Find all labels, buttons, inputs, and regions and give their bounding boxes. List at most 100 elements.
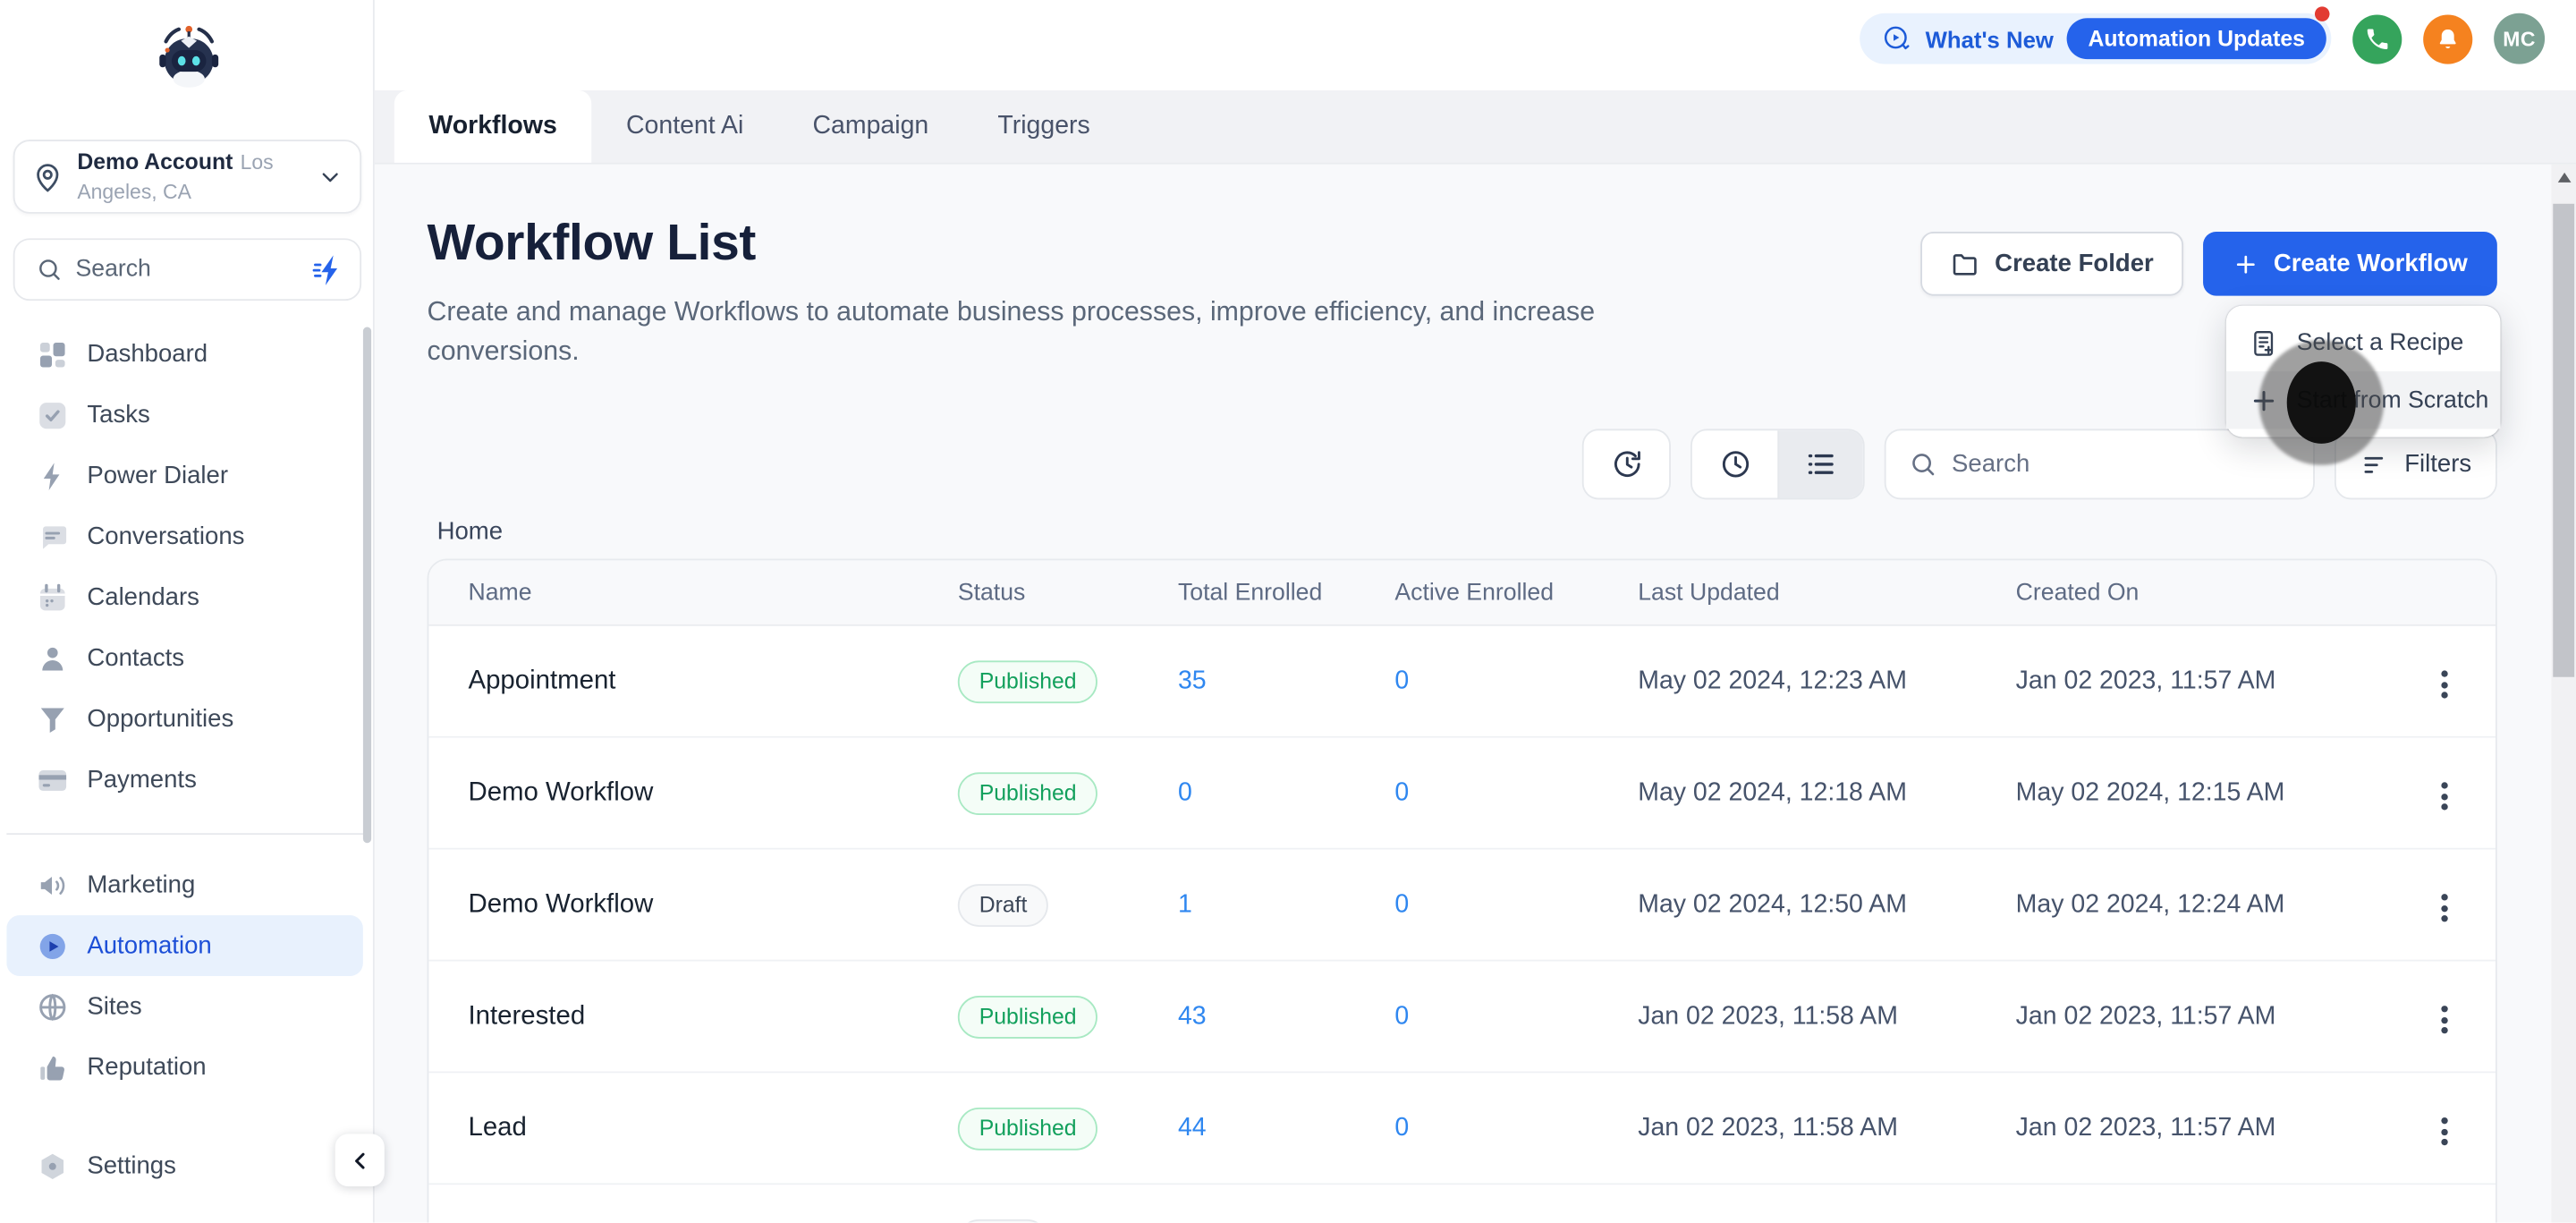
table-row: LeadPublished 440Jan 02 2023, 11:58 AMJan… [428, 1073, 2496, 1185]
power-dialer-icon [36, 459, 69, 492]
table-body: AppointmentPublished350May 02 2024, 12:2… [428, 626, 2496, 1223]
search-icon [36, 257, 62, 283]
recipe-icon [2249, 327, 2278, 357]
account-selector[interactable]: Demo Account Los Angeles, CA [13, 140, 361, 214]
sidebar-item-label: Power Dialer [87, 462, 228, 489]
sites-icon [36, 990, 69, 1023]
main-scrollbar[interactable] [2551, 165, 2576, 1223]
workflow-name[interactable]: Appointment [428, 667, 957, 696]
row-menu-button[interactable] [2433, 1109, 2456, 1154]
created-on: Jan 02 2023, 11:57 AM [2016, 667, 2394, 696]
total-enrolled-link[interactable]: 0 [1178, 778, 1394, 808]
view-toggle-list[interactable] [1777, 430, 1863, 497]
last-updated: Jan 02 2023, 11:58 AM [1638, 1113, 2015, 1142]
page-description: Create and manage Workflows to automate … [428, 293, 1673, 371]
scroll-up-button[interactable] [2551, 165, 2576, 191]
create-workflow-button[interactable]: Create Workflow [2203, 232, 2497, 296]
sidebar-item-reputation[interactable]: Reputation [6, 1037, 363, 1088]
sidebar-search-input[interactable] [75, 257, 310, 283]
active-enrolled-link[interactable]: 0 [1394, 778, 1638, 808]
location-pin-icon [31, 160, 64, 193]
tab-content-ai[interactable]: Content Ai [591, 90, 778, 163]
sidebar-collapse-button[interactable] [335, 1134, 385, 1186]
sidebar-item-payments[interactable]: Payments [6, 750, 363, 811]
automation-icon [36, 930, 69, 963]
sidebar-item-dashboard[interactable]: Dashboard [6, 324, 363, 385]
total-enrolled-link[interactable]: 1 [1178, 890, 1394, 920]
sidebar-item-label: Marketing [87, 871, 195, 898]
sidebar-item-power-dialer[interactable]: Power Dialer [6, 446, 363, 506]
sidebar-item-calendars[interactable]: Calendars [6, 567, 363, 628]
total-enrolled-link[interactable]: 43 [1178, 1001, 1394, 1031]
table-row: Demo WorkflowPublished00May 02 2024, 12:… [428, 738, 2496, 850]
folder-icon [1951, 249, 1980, 278]
sidebar-scrollbar-thumb[interactable] [363, 327, 371, 844]
table-row-partial: Draft [428, 1185, 2496, 1223]
row-menu-button[interactable] [2433, 774, 2456, 819]
active-enrolled-link[interactable]: 0 [1394, 1001, 1638, 1031]
dropdown-item-select-a-recipe[interactable]: Select a Recipe [2226, 314, 2501, 371]
dropdown-item-start-from-scratch[interactable]: Start from Scratch [2226, 371, 2501, 429]
column-header-last-updated: Last Updated [1638, 579, 2015, 605]
column-header-created-on: Created On [2016, 579, 2394, 605]
avatar[interactable]: MC [2494, 13, 2545, 64]
sidebar-item-marketing[interactable]: Marketing [6, 854, 363, 915]
row-menu-button[interactable] [2433, 886, 2456, 930]
sidebar-item-opportunities[interactable]: Opportunities [6, 689, 363, 750]
tab-triggers[interactable]: Triggers [963, 90, 1125, 163]
row-menu-button[interactable] [2433, 998, 2456, 1042]
workflow-name[interactable]: Lead [428, 1113, 957, 1142]
table-row: InterestedPublished430Jan 02 2023, 11:58… [428, 961, 2496, 1073]
filters-button[interactable]: Filters [2334, 429, 2497, 499]
sidebar-item-contacts[interactable]: Contacts [6, 628, 363, 689]
filters-label: Filters [2404, 450, 2471, 478]
bell-icon [2435, 25, 2461, 51]
automation-updates-button[interactable]: Automation Updates [2067, 18, 2326, 59]
enrollment-history-button[interactable] [1582, 429, 1671, 499]
breadcrumb[interactable]: Home [437, 518, 503, 546]
active-enrolled-link[interactable]: 0 [1394, 1113, 1638, 1142]
workflow-search-input[interactable] [1952, 450, 2280, 478]
sidebar-item-conversations[interactable]: Conversations [6, 506, 363, 567]
calendars-icon [36, 581, 69, 614]
main-area: What's New Automation Updates MC Workflo… [375, 0, 2576, 1223]
marketing-icon [36, 869, 69, 902]
total-enrolled-link[interactable]: 35 [1178, 667, 1394, 696]
status-badge: Published [958, 1107, 1098, 1150]
active-enrolled-link[interactable]: 0 [1394, 890, 1638, 920]
workflow-name[interactable]: Demo Workflow [428, 890, 957, 920]
column-header-status: Status [958, 579, 1178, 605]
sidebar-item-settings[interactable]: Settings [6, 1135, 363, 1196]
row-menu-button[interactable] [2433, 662, 2456, 707]
automation-updates-label: Automation Updates [2088, 26, 2304, 51]
total-enrolled-link[interactable]: 44 [1178, 1113, 1394, 1142]
tab-campaign[interactable]: Campaign [778, 90, 963, 163]
page-title: Workflow List [428, 214, 1673, 273]
main-scrollbar-thumb[interactable] [2553, 204, 2574, 677]
status-badge: Published [958, 995, 1098, 1038]
view-toggle-time[interactable] [1692, 430, 1778, 497]
sidebar-item-sites[interactable]: Sites [6, 976, 363, 1037]
gear-icon [36, 1150, 69, 1183]
create-folder-button[interactable]: Create Folder [1921, 232, 2183, 296]
sidebar-item-tasks[interactable]: Tasks [6, 385, 363, 446]
created-on: Jan 02 2023, 11:57 AM [2016, 1113, 2394, 1142]
sidebar-nav: DashboardTasks Power Dialer Conversations C… [6, 324, 363, 1088]
phone-button[interactable] [2352, 14, 2402, 64]
sidebar-search[interactable] [13, 238, 361, 301]
plus-icon [2233, 251, 2258, 276]
whats-new-icon [1881, 23, 1912, 55]
workflow-name[interactable]: Interested [428, 1001, 957, 1031]
whats-new-button[interactable]: What's New Automation Updates [1860, 13, 2331, 64]
workflow-name[interactable]: Demo Workflow [428, 778, 957, 808]
tab-workflows[interactable]: Workflows [394, 90, 592, 163]
active-enrolled-link[interactable]: 0 [1394, 667, 1638, 696]
sidebar-item-automation[interactable]: Automation [6, 915, 363, 976]
conversations-icon [36, 520, 69, 553]
workflow-search[interactable] [1885, 429, 2315, 499]
status-badge: Published [958, 771, 1098, 814]
created-on: May 02 2024, 12:24 AM [2016, 890, 2394, 920]
sidebar-item-label: Calendars [87, 583, 199, 611]
reputation-icon [36, 1051, 69, 1084]
notifications-button[interactable] [2423, 14, 2472, 64]
